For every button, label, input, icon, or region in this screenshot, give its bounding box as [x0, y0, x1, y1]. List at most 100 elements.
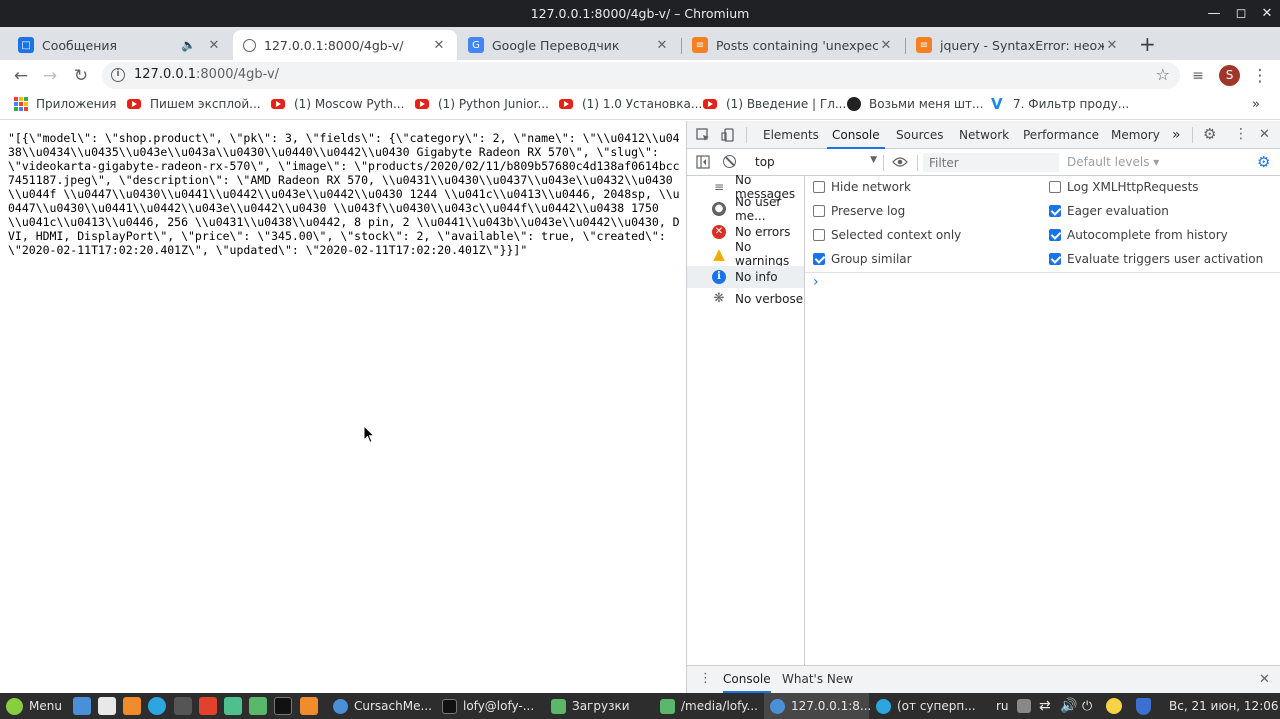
media-control-icon[interactable]: ≡	[1186, 64, 1210, 88]
launcher-show-desktop[interactable]	[73, 693, 91, 719]
tab-jquery-syntaxerror[interactable]: ≡ jquery - SyntaxError: неожида ✕	[906, 30, 1130, 60]
live-expression-eye-icon[interactable]	[892, 156, 908, 168]
speaker-icon[interactable]: 🔈	[181, 38, 196, 52]
devtools-menu-icon[interactable]: ⋮	[1234, 126, 1248, 142]
checkbox-box[interactable]	[813, 229, 825, 241]
keyboard-layout[interactable]: ru	[996, 693, 1009, 719]
taskbar-window-telegram[interactable]: (от суперп...	[876, 693, 976, 719]
tab-sources[interactable]: Sources	[896, 121, 943, 149]
bookmark-install[interactable]: (1) 1.0 Установка...	[559, 97, 702, 111]
sidebar-toggle-icon[interactable]	[696, 155, 710, 169]
settings-gear-icon[interactable]: ⚙	[1203, 125, 1216, 143]
tab-google-translate[interactable]: G Google Переводчик ✕	[458, 30, 680, 60]
taskbar-window-chromium-active[interactable]: 127.0.0.1:8...	[764, 693, 871, 719]
taskbar-window-media[interactable]: /media/lofy...	[660, 693, 758, 719]
tab-close-icon[interactable]: ✕	[1104, 38, 1120, 53]
checkbox-box[interactable]	[813, 253, 825, 265]
bookmark-exploit[interactable]: Пишем эксплой...	[127, 97, 261, 111]
hide-network-checkbox[interactable]: Hide network	[813, 180, 911, 194]
tab-messages[interactable]: □ Сообщения 🔈 ✕	[8, 30, 232, 60]
close-window-icon[interactable]: ✕	[1254, 0, 1280, 27]
reload-icon[interactable]: ↻	[69, 64, 93, 88]
bookmark-apps[interactable]: Приложения	[14, 97, 117, 111]
checkbox-box[interactable]	[1049, 205, 1061, 217]
taskbar-window-cursach[interactable]: CursachMe...	[333, 693, 432, 719]
checkbox-box[interactable]	[1049, 181, 1061, 193]
menu-kebab-icon[interactable]: ⋮	[1248, 64, 1272, 88]
sidebar-item-user-messages[interactable]: ● No user me...	[687, 195, 804, 223]
tab-close-icon[interactable]: ✕	[878, 38, 894, 53]
tray-notes-icon[interactable]	[1106, 693, 1122, 719]
forward-arrow-icon[interactable]: →	[38, 64, 62, 88]
launcher-file-manager[interactable]	[224, 693, 242, 719]
checkbox-box[interactable]	[1049, 229, 1061, 241]
tab-elements[interactable]: Elements	[763, 121, 819, 149]
bookmark-filter[interactable]: V 7. Фильтр проду...	[991, 97, 1129, 112]
minimize-icon[interactable]: —	[1201, 0, 1227, 27]
clear-console-icon[interactable]	[723, 155, 736, 168]
tab-console[interactable]: Console	[827, 121, 885, 149]
tab-performance[interactable]: Performance	[1023, 121, 1099, 149]
console-settings-gear-icon[interactable]: ⚙	[1257, 153, 1270, 171]
checkbox-box[interactable]	[813, 205, 825, 217]
launcher-text-editor[interactable]	[98, 693, 116, 719]
drawer-tab-console[interactable]: Console	[723, 666, 771, 693]
tab-close-icon[interactable]: ✕	[654, 38, 670, 53]
bookmark-moscow-python[interactable]: (1) Moscow Pyth...	[271, 97, 404, 111]
launcher-app-orange[interactable]	[123, 693, 141, 719]
group-similar-checkbox[interactable]: Group similar	[813, 252, 912, 266]
launcher-app-orange-2[interactable]	[300, 693, 318, 719]
close-drawer-icon[interactable]: ✕	[1259, 672, 1270, 687]
taskbar-window-downloads[interactable]: Загрузки	[551, 693, 630, 719]
tab-localhost[interactable]: 127.0.0.1:8000/4gb-v/ ✕	[233, 30, 457, 60]
launcher-terminal[interactable]	[274, 693, 292, 719]
checkbox-box[interactable]	[813, 181, 825, 193]
checkbox-box[interactable]	[1049, 253, 1061, 265]
tab-memory[interactable]: Memory	[1111, 121, 1160, 149]
log-levels-dropdown[interactable]: Default levels ▾	[1067, 155, 1159, 169]
context-selector[interactable]: top ▼	[747, 154, 877, 171]
maximize-icon[interactable]: ◻	[1228, 0, 1254, 27]
drawer-menu-icon[interactable]: ⋮	[699, 671, 712, 686]
avatar[interactable]: S	[1219, 65, 1240, 86]
more-tabs-icon[interactable]: »	[1172, 121, 1181, 149]
tray-power-icon[interactable]: ⏻	[1082, 693, 1092, 719]
launcher-files[interactable]	[249, 693, 267, 719]
tray-usb-icon[interactable]	[1017, 693, 1031, 719]
evaluate-triggers-checkbox[interactable]: Evaluate triggers user activation	[1049, 252, 1263, 266]
tab-stackoverflow-posts[interactable]: ≡ Posts containing 'unexpected ✕	[682, 30, 904, 60]
more-bookmarks-icon[interactable]: »	[1252, 97, 1260, 112]
taskbar-window-terminal[interactable]: lofy@lofy-...	[442, 693, 534, 719]
eager-evaluation-checkbox[interactable]: Eager evaluation	[1049, 204, 1169, 218]
tab-close-icon[interactable]: ✕	[206, 38, 222, 53]
bookmark-take-me[interactable]: Возьми меня шт...	[847, 97, 983, 111]
launcher-telegram[interactable]	[148, 693, 166, 719]
bookmark-python-junior[interactable]: (1) Python Junior...	[415, 97, 549, 111]
inspect-element-icon[interactable]	[696, 128, 710, 142]
autocomplete-history-checkbox[interactable]: Autocomplete from history	[1049, 228, 1228, 242]
new-tab-icon[interactable]: +	[1139, 32, 1156, 56]
bookmark-star-icon[interactable]: ☆	[1156, 65, 1170, 84]
start-menu-button[interactable]: Menu	[6, 693, 62, 719]
bookmark-intro[interactable]: (1) Введение | Гл...	[703, 97, 846, 111]
launcher-terminal-dark[interactable]	[174, 693, 192, 719]
sidebar-item-warnings[interactable]: ▲ No warnings	[687, 240, 804, 268]
clock[interactable]: Вс, 21 июн, 12:06	[1169, 693, 1279, 719]
console-prompt[interactable]: ›	[813, 274, 819, 290]
tray-network-icon[interactable]: ⇄	[1039, 693, 1051, 719]
preserve-log-checkbox[interactable]: Preserve log	[813, 204, 905, 218]
address-bar[interactable]: i 127.0.0.1:8000/4gb-v/ ☆	[102, 62, 1180, 89]
tray-shield-icon[interactable]	[1136, 693, 1151, 719]
info-icon[interactable]: i	[111, 68, 125, 82]
log-xhr-checkbox[interactable]: Log XMLHttpRequests	[1049, 180, 1199, 194]
sidebar-item-info[interactable]: i No info	[687, 266, 804, 288]
drawer-tab-whats-new[interactable]: What's New	[782, 666, 853, 693]
selected-context-checkbox[interactable]: Selected context only	[813, 228, 961, 242]
tray-volume-icon[interactable]: 🔊	[1060, 693, 1077, 719]
console-filter-input[interactable]	[923, 153, 1059, 172]
launcher-red-app[interactable]	[199, 693, 217, 719]
sidebar-item-verbose[interactable]: ❋ No verbose	[687, 288, 804, 310]
tab-close-icon[interactable]: ✕	[431, 38, 447, 53]
close-devtools-icon[interactable]: ✕	[1259, 127, 1270, 142]
tab-network[interactable]: Network	[959, 121, 1009, 149]
